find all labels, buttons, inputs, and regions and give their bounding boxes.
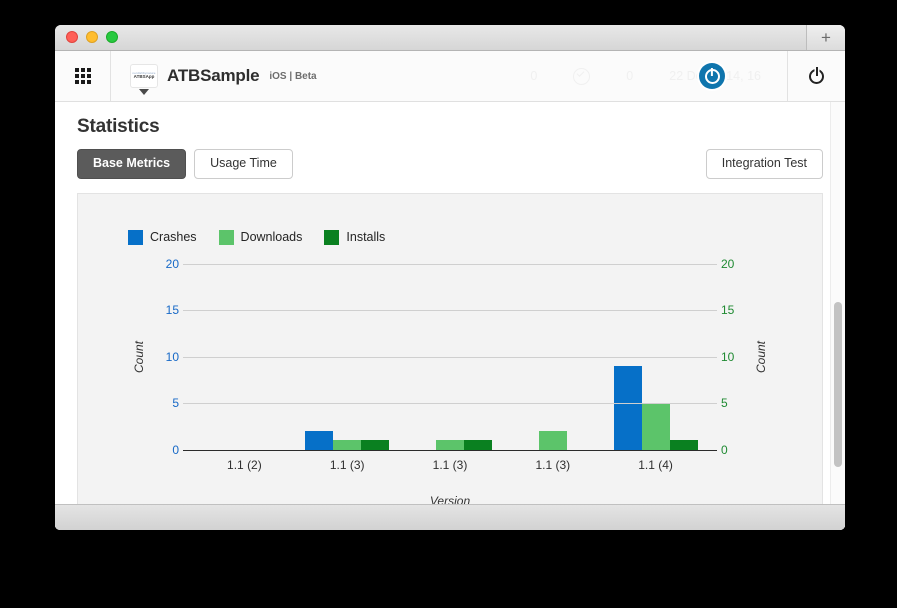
chart-plot: Count Count 0 0 5 5 10 10 15 15 20 20 1.1 (2) 1.1 …	[78, 256, 822, 508]
window-titlebar[interactable]: +	[55, 25, 845, 51]
app-selector[interactable]: nerdishbynature ATBSApp ATBSample iOS | …	[111, 51, 317, 101]
apps-grid-icon	[74, 68, 91, 84]
axis-baseline	[183, 449, 717, 452]
bar-downloads[interactable]	[333, 440, 362, 450]
x-axis-tick-label: 1.1 (2)	[227, 457, 262, 472]
new-tab-button[interactable]: +	[806, 25, 845, 50]
legend-swatch-downloads	[218, 229, 234, 245]
y-axis-right-tick: 0	[721, 442, 728, 457]
window-content: nerdishbynature ATBSApp ATBSample iOS | …	[55, 51, 845, 530]
page-body: Statistics Base Metrics Usage Time Integ…	[55, 102, 845, 530]
y-axis-left-tick: 10	[165, 349, 179, 364]
y-axis-right-title: Count	[754, 340, 769, 373]
app-icon-wrap: nerdishbynature ATBSApp	[129, 64, 159, 95]
app-platform-badge: iOS | Beta	[269, 70, 317, 82]
bar-crashes[interactable]	[305, 431, 334, 450]
power-icon	[809, 68, 824, 84]
vertical-scrollbar[interactable]	[830, 102, 845, 530]
y-axis-right-tick: 10	[721, 349, 735, 364]
x-axis-tick-label: 1.1 (3)	[535, 457, 571, 472]
integration-test-button[interactable]: Integration Test	[705, 149, 823, 179]
gridline	[183, 403, 717, 405]
app-window: + nerdishbynature ATBSApp ATBSample iOS …	[55, 25, 845, 530]
toolbar-stats: 0 0 22 Dec 2014, 16	[317, 51, 787, 101]
x-axis-tick-label: 1.1 (4)	[638, 457, 673, 472]
bar-downloads[interactable]	[435, 440, 464, 450]
tab-usage-time[interactable]: Usage Time	[194, 149, 293, 179]
chart-panel: Crashes Downloads Installs Count Count 0…	[77, 192, 823, 513]
window-bottom-bar	[55, 504, 845, 530]
legend-item-installs[interactable]: Installs	[324, 229, 386, 245]
bar-installs[interactable]	[361, 440, 390, 450]
screen: + nerdishbynature ATBSApp ATBSample iOS …	[0, 0, 897, 608]
tab-row: Base Metrics Usage Time Integration Test	[77, 149, 823, 179]
bar-downloads[interactable]	[538, 431, 567, 450]
y-axis-left-tick: 5	[172, 396, 179, 411]
bar-crashes[interactable]	[613, 366, 642, 450]
legend-label-crashes: Crashes	[150, 230, 197, 245]
app-toolbar: nerdishbynature ATBSApp ATBSample iOS | …	[55, 51, 845, 102]
page-title: Statistics	[77, 116, 160, 137]
gridline	[183, 263, 717, 265]
chevron-down-icon[interactable]	[139, 89, 149, 95]
y-axis-right-tick: 15	[721, 303, 735, 318]
logout-button[interactable]	[787, 51, 845, 101]
y-axis-right-tick: 20	[721, 256, 735, 271]
y-axis-left-tick: 0	[172, 442, 179, 457]
gridline	[183, 310, 717, 312]
app-icon: nerdishbynature ATBSApp	[130, 64, 158, 88]
legend-label-installs: Installs	[346, 230, 386, 245]
legend-item-downloads[interactable]: Downloads	[218, 229, 303, 245]
check-circle-icon	[573, 67, 591, 85]
app-name: ATBSample	[167, 66, 260, 85]
power-cursor-icon	[699, 63, 725, 89]
x-axis-labels: 1.1 (2) 1.1 (3) 1.1 (3) 1.1 (3) 1.1 (4)	[193, 458, 707, 472]
y-axis-left-title: Count	[131, 340, 146, 373]
x-axis-tick-label: 1.1 (3)	[329, 457, 365, 472]
power-cursor-glyph	[704, 68, 720, 84]
bar-installs[interactable]	[669, 440, 698, 450]
traffic-lights	[66, 31, 118, 43]
toolbar-stat-installs: 0	[626, 69, 634, 83]
legend-swatch-crashes	[128, 229, 143, 245]
apps-grid-button[interactable]	[55, 51, 111, 101]
toolbar-stat-crashes: 0	[530, 69, 538, 83]
minimize-window-button[interactable]	[86, 31, 98, 43]
gridline	[183, 356, 717, 358]
y-axis-left-tick: 20	[165, 256, 179, 271]
plot-area: Count Count 0 0 5 5 10 10 15 15 20 20	[132, 257, 768, 457]
x-axis-tick-label: 1.1 (3)	[432, 457, 468, 472]
legend-item-crashes[interactable]: Crashes	[128, 229, 197, 245]
scrollbar-thumb[interactable]	[834, 302, 842, 467]
legend-label-downloads: Downloads	[240, 230, 303, 245]
bar-installs[interactable]	[463, 440, 492, 450]
y-axis-left-tick: 15	[165, 303, 179, 318]
chart-legend: Crashes Downloads Installs	[78, 194, 822, 245]
bar-downloads[interactable]	[641, 403, 670, 450]
tab-base-metrics[interactable]: Base Metrics	[77, 149, 187, 179]
close-window-button[interactable]	[66, 31, 78, 43]
zoom-window-button[interactable]	[106, 31, 118, 43]
app-icon-line2: ATBSApp	[133, 74, 155, 80]
y-axis-right-tick: 5	[721, 396, 728, 411]
legend-swatch-installs	[324, 229, 340, 245]
